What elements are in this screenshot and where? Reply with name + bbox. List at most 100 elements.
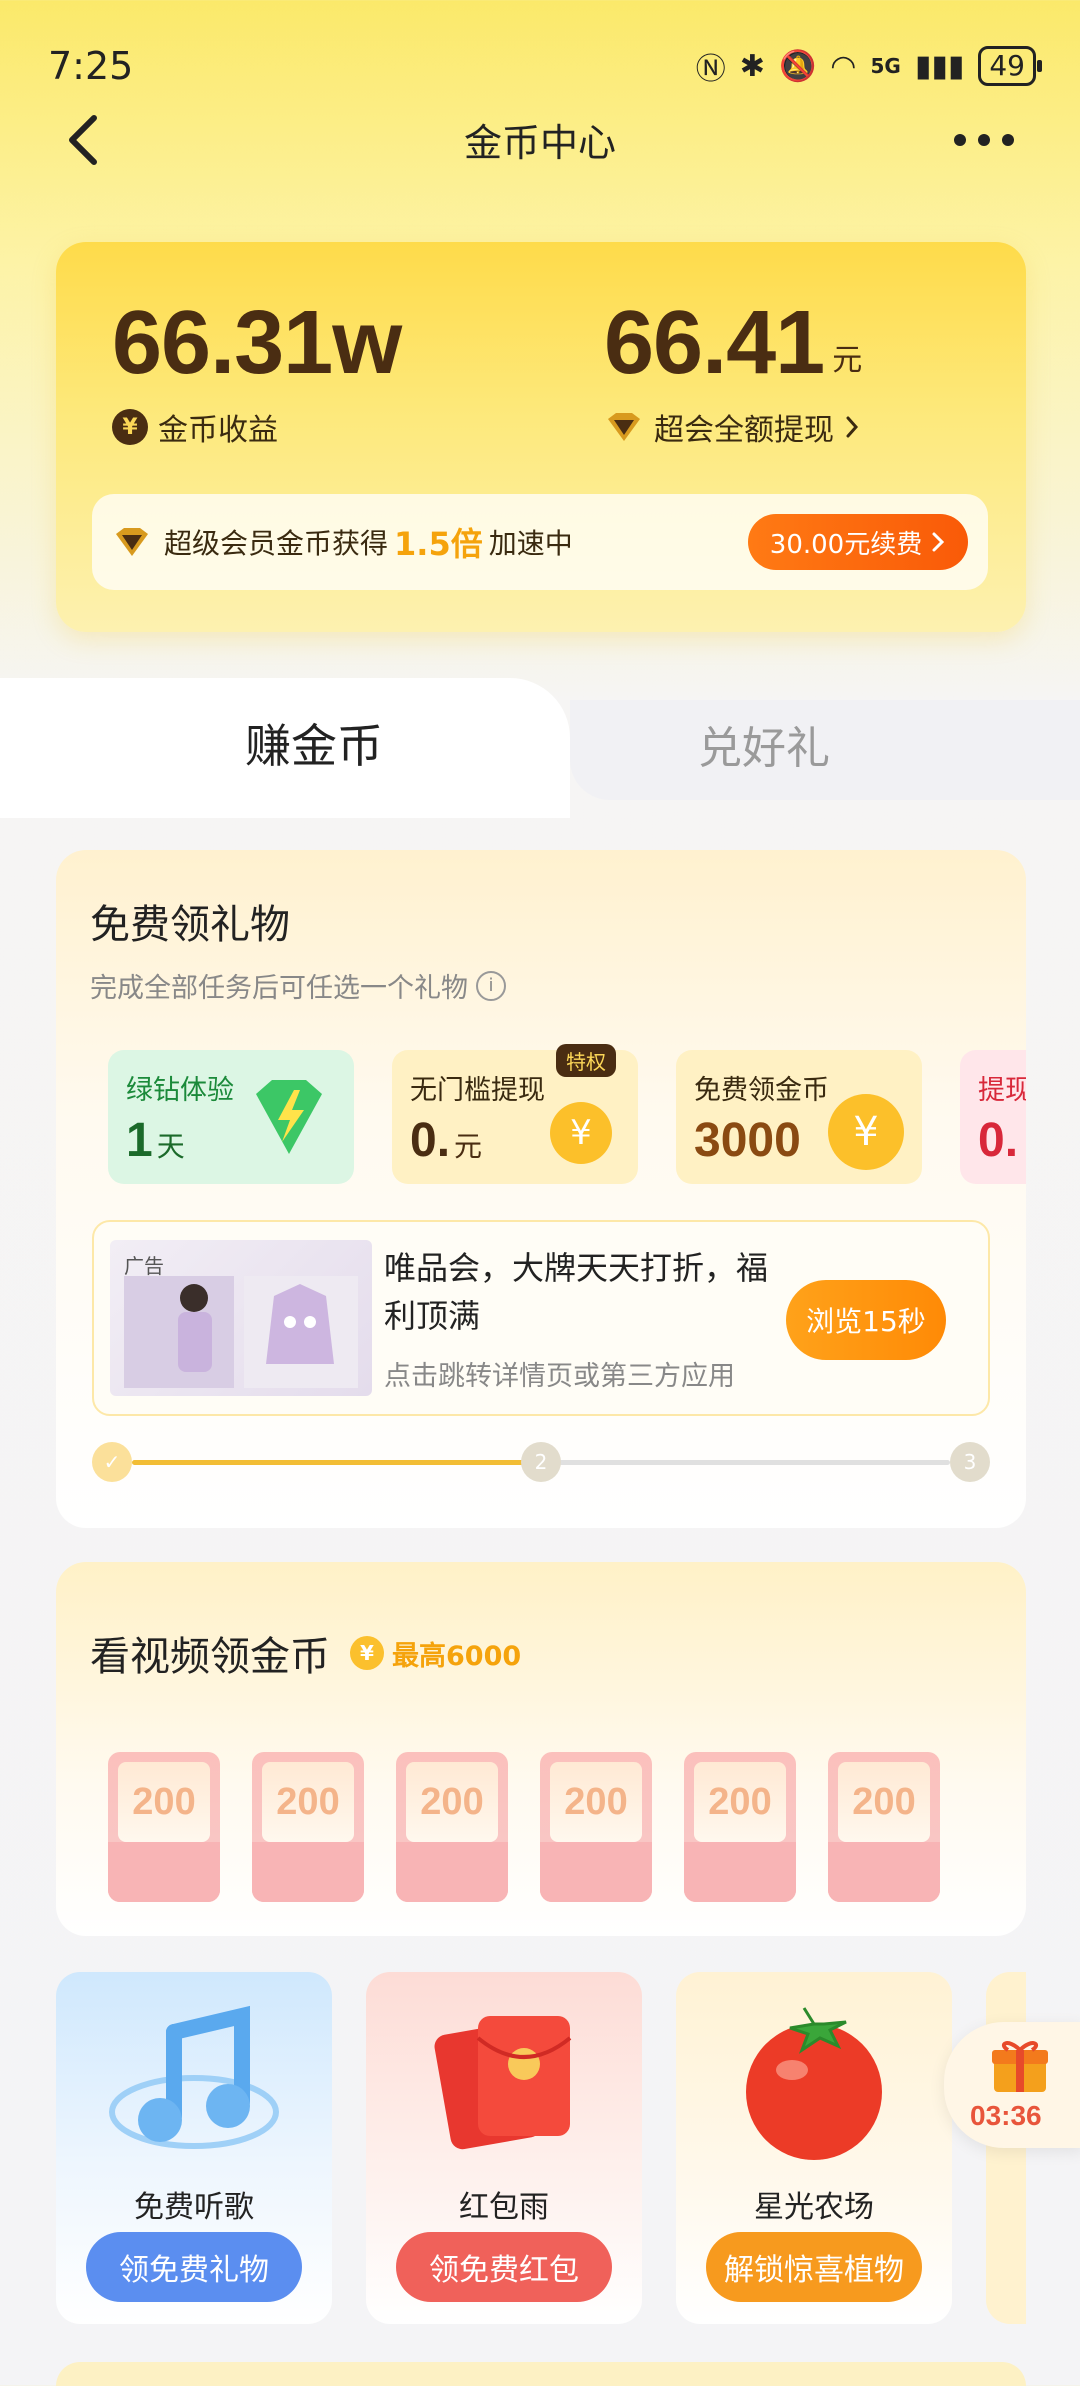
vip-diamond-icon <box>116 528 148 556</box>
floating-gift-timer[interactable]: 03:36 <box>944 2022 1080 2148</box>
more-dot-icon <box>978 134 990 146</box>
network-label: 5G <box>870 54 901 78</box>
video-title-row: 看视频领金币 ¥ 最高6000 <box>90 1624 521 1682</box>
timer-countdown: 03:36 <box>970 2100 1042 2131</box>
gift-box-icon <box>992 2041 1048 2092</box>
cash-unit: 元 <box>832 343 863 378</box>
reward-value: 200 <box>852 1780 916 1823</box>
activity-name: 星光农场 <box>754 2190 874 2225</box>
video-reward-tile[interactable]: 200 <box>396 1752 508 1902</box>
vip-boost-row: 超级会员金币获得 1.5倍 加速中 30.00元续费 <box>92 494 988 590</box>
coin-icon: ¥ <box>550 1102 612 1164</box>
activity-card-free-music[interactable]: 免费听歌 领免费礼物 <box>56 1972 332 2324</box>
gift-section-subtitle: 完成全部任务后可任选一个礼物 <box>90 973 468 1004</box>
bluetooth-icon: ✱ <box>739 48 765 84</box>
reward-value: 200 <box>276 1780 340 1823</box>
free-gift-card: 免费领礼物 完成全部任务后可任选一个礼物 i 绿钻体验 1天 特权 无门槛提现 … <box>56 850 1026 1528</box>
reward-tile-withdraw-partial[interactable]: 提现 0. <box>960 1050 1026 1184</box>
tile-label: 提现 <box>978 1075 1026 1106</box>
more-button[interactable] <box>954 125 1024 155</box>
tab-earn-coins[interactable]: 赚金币 <box>245 710 383 776</box>
max-reward-label: 最高6000 <box>392 1640 522 1672</box>
video-reward-tile[interactable]: 200 <box>540 1752 652 1902</box>
step-3: 3 <box>950 1442 990 1482</box>
clothing-product-icon <box>124 1276 358 1388</box>
diamond-icon <box>608 413 640 441</box>
coins-value: 66.31w <box>112 293 402 393</box>
cash-value: 66.41 <box>604 293 825 393</box>
status-time: 7:25 <box>48 44 134 88</box>
progress-line-remaining <box>551 1460 950 1465</box>
renew-button[interactable]: 30.00元续费 <box>748 514 968 570</box>
more-dot-icon <box>954 134 966 146</box>
chevron-right-icon <box>932 532 945 552</box>
nfc-icon: Ⓝ <box>695 52 726 87</box>
mute-icon: 🔕 <box>778 48 817 84</box>
tile-value: 0. <box>410 1114 451 1167</box>
page-title: 金币中心 <box>463 121 616 165</box>
red-envelope-icon <box>434 2016 572 2150</box>
vip-multiplier: 1.5倍 <box>394 525 483 563</box>
ad-banner[interactable]: 广告 唯品会，大牌天天打折，福利顶满 点击跳转详情页或第三方应用 浏览15秒 <box>92 1220 990 1416</box>
ad-subtitle: 点击跳转详情页或第三方应用 <box>384 1361 735 1392</box>
vip-prefix: 超级会员金币获得 <box>164 527 389 560</box>
ad-image[interactable]: 广告 <box>110 1240 372 1396</box>
lightning-gem-icon <box>256 1080 322 1154</box>
vip-suffix: 加速中 <box>488 527 573 560</box>
battery-indicator: 49 <box>978 46 1042 86</box>
tile-unit: 元 <box>454 1131 483 1162</box>
reward-tile-cash-withdraw[interactable]: 特权 无门槛提现 0. 元 ¥ <box>392 1044 638 1184</box>
gift-section-subtitle-row: 完成全部任务后可任选一个礼物 i <box>90 966 506 1005</box>
tile-value: 3000 <box>694 1114 801 1167</box>
balance-card: 66.31w ¥ 金币收益 66.41 元 超会全额提现 超级会员金币获得 1.… <box>56 242 1026 632</box>
signal-icon: ▮▮▮ <box>914 48 965 84</box>
max-reward-badge: ¥ 最高6000 <box>350 1634 521 1673</box>
ad-tag: 广告 <box>124 1254 164 1278</box>
coins-block[interactable]: 66.31w ¥ 金币收益 <box>112 292 402 449</box>
step-2: 2 <box>521 1442 561 1482</box>
reward-tile-free-coins[interactable]: 免费领金币 3000 ¥ <box>676 1050 922 1184</box>
reward-value: 200 <box>708 1780 772 1823</box>
reward-tile-green-diamond[interactable]: 绿钻体验 1天 <box>108 1050 354 1184</box>
video-reward-tile[interactable]: 200 <box>108 1752 220 1902</box>
video-reward-tile[interactable]: 200 <box>252 1752 364 1902</box>
coin-icon: ¥ <box>350 1636 384 1670</box>
activity-card-starlight-farm[interactable]: 星光农场 解锁惊喜植物 <box>676 1972 952 2324</box>
activity-name: 红包雨 <box>459 2190 549 2225</box>
video-reward-tile[interactable]: 200 <box>828 1752 940 1902</box>
reward-value: 200 <box>420 1780 484 1823</box>
activity-button[interactable]: 领免费礼物 <box>86 2232 302 2302</box>
coins-label: 金币收益 <box>158 413 278 448</box>
video-section-title: 看视频领金币 <box>90 1634 330 1680</box>
cash-label: 超会全额提现 <box>654 413 834 448</box>
reward-value: 200 <box>564 1780 628 1823</box>
yuan-coin-icon: ¥ <box>112 409 148 445</box>
ad-title: 唯品会，大牌天天打折，福利顶满 <box>384 1249 769 1335</box>
wifi-icon: ◠ <box>830 48 857 84</box>
task-progress: ✓ 2 3 <box>92 1442 990 1482</box>
tomato-icon <box>746 2007 882 2160</box>
music-note-icon <box>109 2005 279 2149</box>
reward-value: 200 <box>132 1780 196 1823</box>
cash-label-row[interactable]: 超会全额提现 <box>604 405 862 449</box>
watch-video-card: 看视频领金币 ¥ 最高6000 200 200 200 200 200 200 <box>56 1562 1026 1936</box>
info-icon[interactable]: i <box>476 970 506 1001</box>
renew-label: 30.00元续费 <box>769 529 923 560</box>
gift-section-title: 免费领礼物 <box>90 902 290 948</box>
activity-card-red-envelope-rain[interactable]: 红包雨 领免费红包 <box>366 1972 642 2324</box>
progress-line-done <box>132 1460 541 1465</box>
cash-block[interactable]: 66.41 元 超会全额提现 <box>604 292 862 449</box>
coins-label-row: ¥ 金币收益 <box>112 405 401 449</box>
activity-button[interactable]: 解锁惊喜植物 <box>706 2232 922 2302</box>
tile-unit: 天 <box>156 1131 185 1162</box>
next-section-peek <box>56 2362 1026 2386</box>
activity-button[interactable]: 领免费红包 <box>396 2232 612 2302</box>
activity-name: 免费听歌 <box>134 2190 254 2225</box>
video-reward-tile[interactable]: 200 <box>684 1752 796 1902</box>
tab-redeem-gifts[interactable]: 兑好礼 <box>698 712 830 776</box>
more-dot-icon <box>1002 134 1014 146</box>
step-1-done: ✓ <box>92 1442 132 1482</box>
browse-15s-button[interactable]: 浏览15秒 <box>786 1280 946 1360</box>
status-icons: Ⓝ ✱ 🔕 ◠ 5G ▮▮▮ 49 <box>695 44 1042 88</box>
chevron-right-icon <box>846 416 859 438</box>
